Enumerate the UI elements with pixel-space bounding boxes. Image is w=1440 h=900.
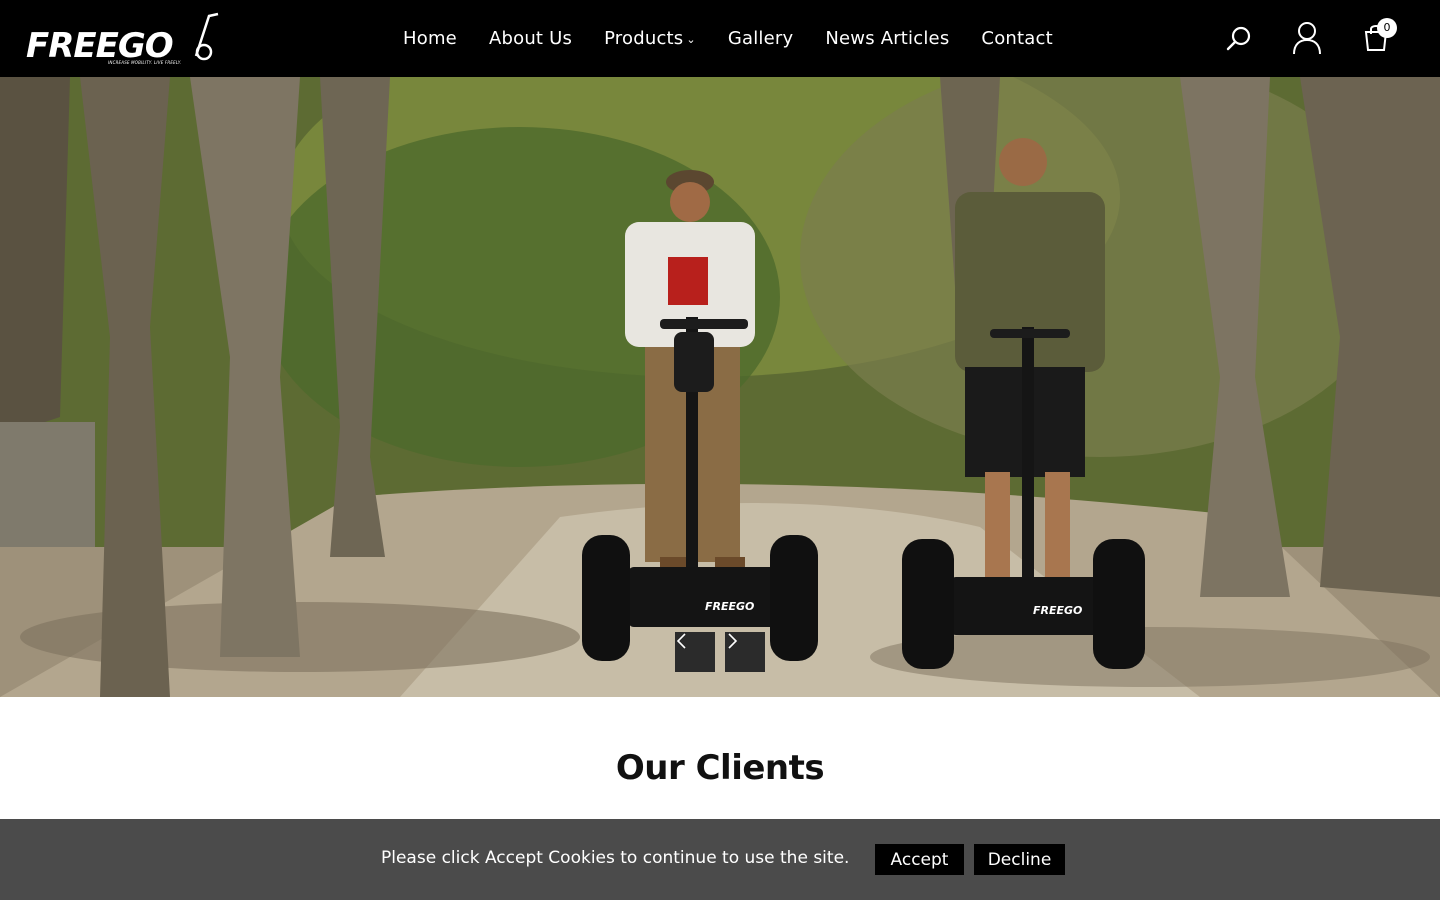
search-icon[interactable] xyxy=(1224,22,1256,54)
logo-handlebar-graphic xyxy=(194,12,219,61)
nav-gallery[interactable]: Gallery xyxy=(728,28,794,49)
nav-about[interactable]: About Us xyxy=(489,28,572,49)
segway-brand-2: FREEGO xyxy=(1033,604,1082,617)
slider-next-button[interactable] xyxy=(725,632,765,672)
hero-image: FREEGO FREEGO xyxy=(0,77,1440,697)
cookie-message: Please click Accept Cookies to continue … xyxy=(381,848,850,868)
user-icon[interactable] xyxy=(1290,20,1324,56)
nav-products-label: Products xyxy=(604,28,684,49)
chevron-left-icon xyxy=(676,633,686,649)
cookie-consent-bar: Please click Accept Cookies to continue … xyxy=(0,819,1440,900)
chevron-down-icon: ⌄ xyxy=(686,33,696,46)
hero-slider: FREEGO FREEGO xyxy=(0,77,1440,697)
freego-logo[interactable]: FREEGO INCREASE MOBILITY. LIVE FREELY. xyxy=(26,10,220,68)
chevron-right-icon xyxy=(728,633,738,649)
nav-products[interactable]: Products ⌄ xyxy=(604,28,696,49)
nav-contact[interactable]: Contact xyxy=(981,28,1052,49)
nav-news[interactable]: News Articles xyxy=(825,28,949,49)
cart-count-badge: 0 xyxy=(1377,18,1397,38)
nav-home[interactable]: Home xyxy=(403,28,457,49)
accept-cookies-button[interactable]: Accept xyxy=(875,844,964,875)
slider-prev-button[interactable] xyxy=(675,632,715,672)
clients-section-title: Our Clients xyxy=(615,748,825,788)
segway-brand-1: FREEGO xyxy=(705,600,754,613)
site-header: FREEGO INCREASE MOBILITY. LIVE FREELY. H… xyxy=(0,0,1440,77)
main-nav: Home About Us Products ⌄ Gallery News Art… xyxy=(403,0,1085,77)
decline-cookies-button[interactable]: Decline xyxy=(974,844,1065,875)
